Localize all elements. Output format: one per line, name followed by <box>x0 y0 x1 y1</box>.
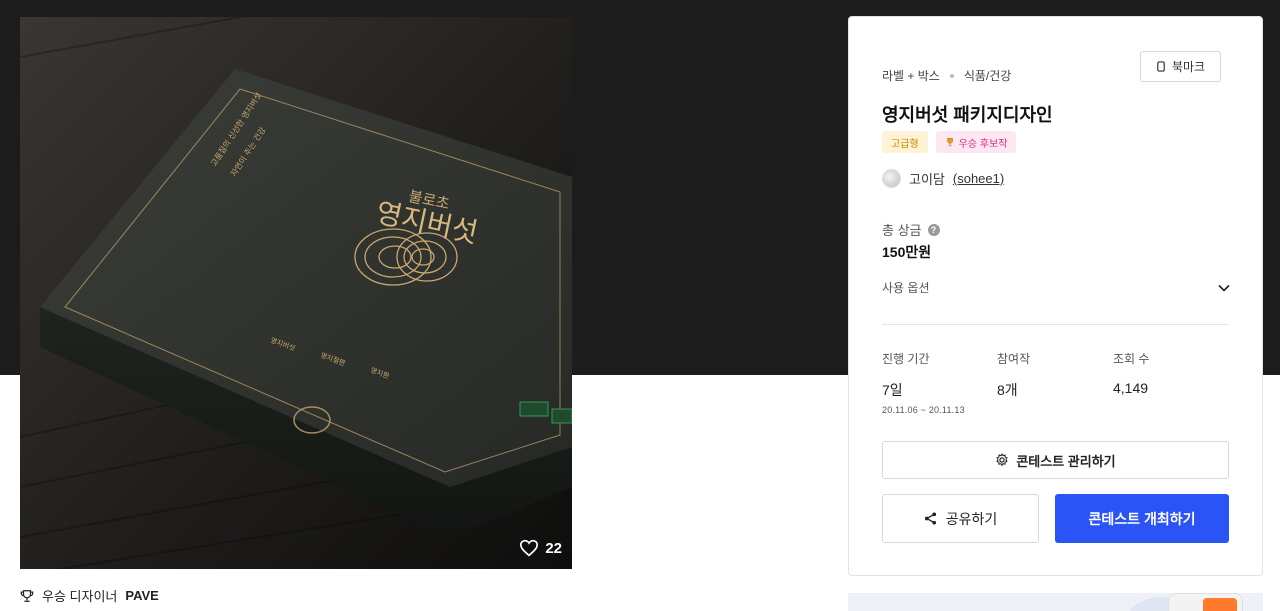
share-icon <box>924 512 936 525</box>
bookmark-button[interactable]: 북마크 <box>1140 51 1221 82</box>
contest-artwork-image[interactable]: 불로초 영지버섯 고품질의 신선한 영지버섯 자연이 주는 건강 영지버섯 영지… <box>20 17 572 569</box>
award-badge: 우승 후보작 <box>935 131 1017 153</box>
heart-icon <box>520 539 539 557</box>
prize-label-text: 총 상금 <box>882 223 922 238</box>
stat-views: 조회 수 4,149 <box>1113 350 1149 396</box>
author-handle[interactable]: (sohee1) <box>953 171 1004 186</box>
stat-entries: 참여작 8개 <box>997 350 1030 400</box>
stat-views-value: 4,149 <box>1113 380 1149 396</box>
stat-duration: 진행 기간 7일 20.11.06 ~ 20.11.13 <box>882 350 965 415</box>
help-icon[interactable]: ? <box>927 223 940 236</box>
breadcrumb: 라벨 + 박스 식품/건강 <box>882 67 1011 84</box>
share-label: 공유하기 <box>945 510 998 527</box>
contest-info-panel: 라벨 + 박스 식품/건강 북마크 영지버섯 패키지디자인 고급형 우승 후보작… <box>848 16 1263 576</box>
like-count: 22 <box>545 539 562 557</box>
contest-author[interactable]: 고이담 (sohee1) <box>882 169 1004 188</box>
manage-contest-button[interactable]: 콘테스트 관리하기 <box>882 441 1229 479</box>
promo-banner[interactable] <box>848 593 1263 611</box>
breadcrumb-category[interactable]: 라벨 + 박스 <box>882 67 940 84</box>
contest-title: 영지버섯 패키지디자인 <box>882 105 1053 125</box>
options-label: 사용 옵션 <box>882 281 930 295</box>
chevron-down-icon <box>1218 284 1230 292</box>
divider <box>882 324 1229 325</box>
host-contest-button[interactable]: 콘테스트 개최하기 <box>1055 494 1229 543</box>
avatar <box>882 169 901 188</box>
stat-duration-range: 20.11.06 ~ 20.11.13 <box>882 405 965 415</box>
prize-value: 150만원 <box>882 244 932 260</box>
breadcrumb-subcategory[interactable]: 식품/건강 <box>964 67 1012 84</box>
stat-entries-value: 8개 <box>997 382 1018 398</box>
gear-icon <box>996 453 1008 467</box>
award-badge-label: 우승 후보작 <box>958 138 1008 150</box>
trophy-icon <box>20 589 34 602</box>
stat-views-label: 조회 수 <box>1113 352 1150 366</box>
box-mockup-illustration: 불로초 영지버섯 고품질의 신선한 영지버섯 자연이 주는 건강 영지버섯 영지… <box>20 17 572 569</box>
host-contest-label: 콘테스트 개최하기 <box>1088 510 1196 527</box>
winner-designer: 우승 디자이너 PAVE <box>20 586 159 605</box>
banner-decoration <box>1203 598 1237 611</box>
author-name: 고이담 <box>909 172 945 187</box>
tier-badge: 고급형 <box>882 131 928 153</box>
contest-badges: 고급형 우승 후보작 <box>882 131 1017 153</box>
like-button[interactable]: 22 <box>519 539 562 557</box>
winner-label: 우승 디자이너 <box>42 589 118 604</box>
manage-contest-label: 콘테스트 관리하기 <box>1016 453 1116 469</box>
tier-badge-label: 고급형 <box>891 138 919 150</box>
breadcrumb-separator <box>949 73 954 78</box>
prize-label: 총 상금 ? <box>882 220 940 239</box>
stat-duration-label: 진행 기간 <box>882 352 930 366</box>
bookmark-icon <box>1157 61 1165 72</box>
options-toggle[interactable]: 사용 옵션 <box>882 279 1230 296</box>
stat-entries-label: 참여작 <box>997 352 1031 366</box>
trophy-icon <box>946 137 953 147</box>
winner-name[interactable]: PAVE <box>125 588 158 603</box>
bookmark-label: 북마크 <box>1171 60 1206 74</box>
stat-duration-value: 7일 <box>882 382 903 398</box>
share-button[interactable]: 공유하기 <box>882 494 1039 543</box>
